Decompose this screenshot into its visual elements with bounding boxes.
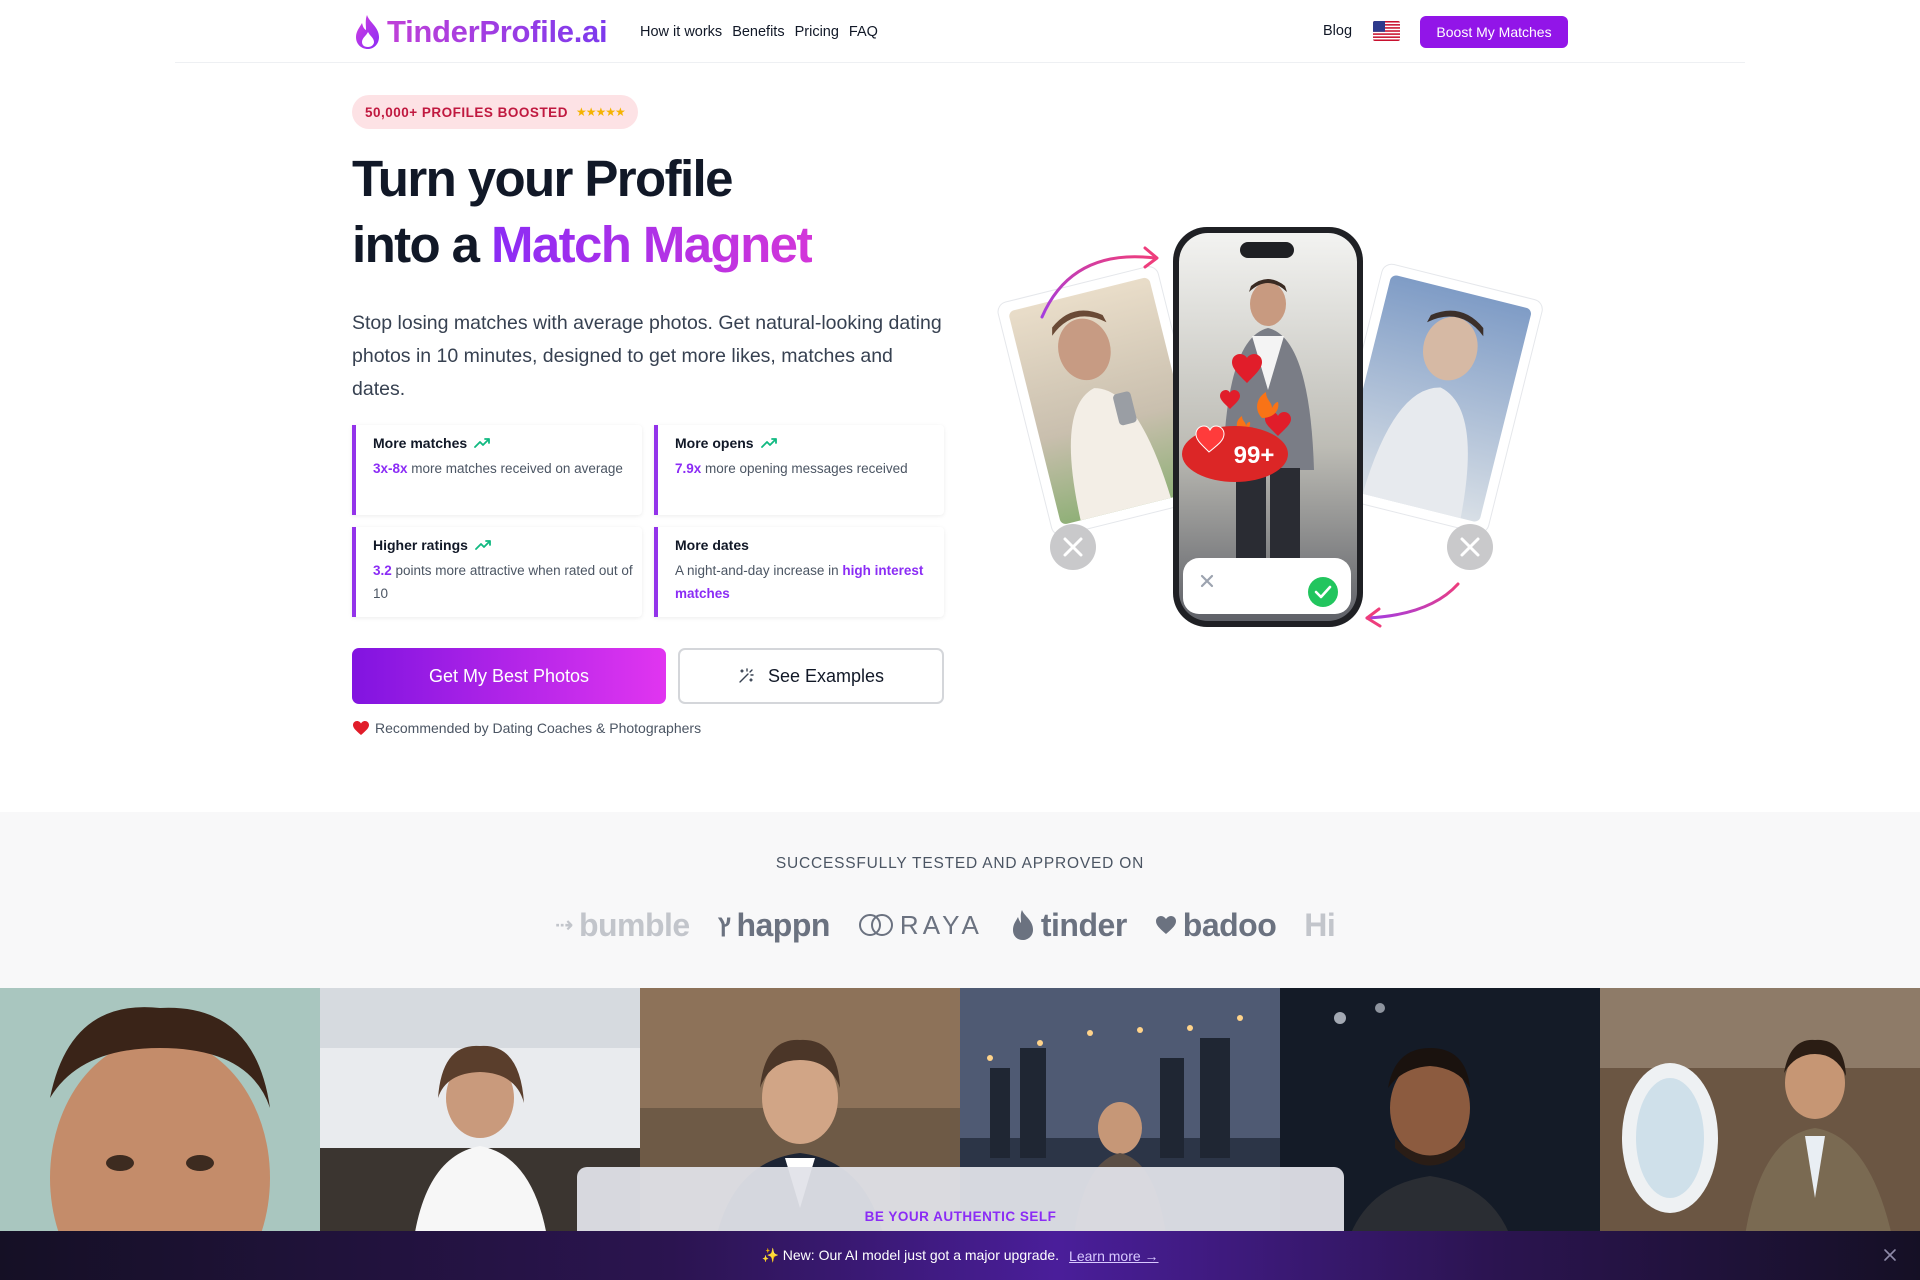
nav-link-how-it-works[interactable]: How it works [640,24,722,40]
platform-logos: ⇢ bumble ץ happn RAYA tinder badoo Hi [555,900,1365,950]
headline-line-1: Turn your Profile [352,150,733,207]
hi-logo: Hi [1304,906,1336,944]
tinder-flame-icon [1012,910,1033,940]
trend-up-icon [475,540,491,550]
nav-link-benefits[interactable]: Benefits [732,24,784,40]
us-flag-icon[interactable] [1373,21,1400,41]
announcement-banner: ✨ New: Our AI model just got a major upg… [0,1231,1920,1280]
headline-line-2-prefix: into a [352,216,491,273]
see-examples-button[interactable]: See Examples [678,648,944,704]
stat-title: More dates [675,537,749,553]
heart-icon [353,721,369,735]
raya-rings-icon [858,914,893,936]
logo-text: TinderProfile.ai [387,14,608,49]
badoo-logo-text: badoo [1182,906,1277,943]
bumble-logo: ⇢ bumble [555,906,690,943]
nav-link-blog[interactable]: Blog [1323,23,1352,39]
stat-title: More opens [675,435,754,451]
badoo-heart-icon [1155,916,1176,934]
nav-divider [175,62,1745,63]
nav-link-faq[interactable]: FAQ [849,24,878,40]
trend-up-icon [474,438,491,448]
stat-text: more opening messages received [701,461,908,476]
raya-logo-text: RAYA [899,909,983,940]
badge-text: 50,000+ PROFILES BOOSTED [365,104,568,120]
stat-card-ratings: Higher ratings 3.2 points more attractiv… [352,527,642,617]
stat-text: A night-and-day increase in [675,563,843,578]
hero-subtitle: Stop losing matches with average photos.… [352,312,942,400]
top-navigation: TinderProfile.ai How it works Benefits P… [0,0,1920,63]
nav-link-pricing[interactable]: Pricing [795,24,839,40]
get-best-photos-button[interactable]: Get My Best Photos [352,648,666,704]
banner-text: ✨ New: Our AI model just got a major upg… [761,1247,1060,1263]
happn-logo: ץ happn [717,906,831,943]
trend-up-icon [760,438,777,448]
see-examples-label: See Examples [767,665,885,686]
recommendation-text: Recommended by Dating Coaches & Photogra… [375,720,702,736]
bumble-logo-text: bumble [578,906,690,943]
matches-count-badge: 99+ [1182,425,1288,482]
stat-highlight: 3.2 [373,563,392,578]
nav-links: How it works Benefits Pricing FAQ [640,24,878,40]
platforms-title: SUCCESSFULLY TESTED AND APPROVED ON [775,855,1145,872]
hero-headline: Turn your Profile into a Match Magnet [352,146,813,278]
close-icon[interactable] [1882,1247,1898,1263]
headline-accent: Match Magnet [490,216,813,273]
stat-highlight: 3x-8x [373,461,408,476]
profiles-boosted-badge: 50,000+ PROFILES BOOSTED ★★★★★ [352,95,638,129]
stat-title: Higher ratings [373,537,468,553]
stat-text: points more attractive when rated out of… [373,563,633,601]
stat-text: more matches received on average [407,461,623,476]
flame-logo-icon [356,15,379,49]
stat-title: More matches [373,435,468,451]
hero-phone-illustration: 99+ [997,227,1543,628]
learn-more-link[interactable]: Learn more → [1069,1248,1158,1264]
star-rating-icon: ★★★★★ [575,105,626,119]
boost-matches-button[interactable]: Boost My Matches [1420,16,1568,48]
tinder-logo-text: tinder [1040,906,1127,943]
hi-logo-text: Hi [1304,906,1336,943]
badoo-logo: badoo [1155,906,1277,944]
matches-count-text: 99+ [1234,442,1275,469]
tinder-logo: tinder [1011,907,1127,944]
arrow-bottom-icon [1365,582,1460,620]
stat-card-matches: More matches 3x-8x more matches received… [352,425,642,515]
stat-card-opens: More opens 7.9x more opening messages re… [654,425,944,515]
site-logo[interactable]: TinderProfile.ai [354,12,608,52]
stat-card-dates: More dates A night-and-day increase in h… [654,527,944,617]
recommendation-note: Recommended by Dating Coaches & Photogra… [352,720,701,736]
authentic-self-tagline: BE YOUR AUTHENTIC SELF [864,1209,1057,1224]
raya-logo: RAYA [858,910,983,941]
magic-wand-icon [739,668,754,683]
stat-highlight: 7.9x [675,461,702,476]
happn-logo-text: happn [736,906,830,943]
